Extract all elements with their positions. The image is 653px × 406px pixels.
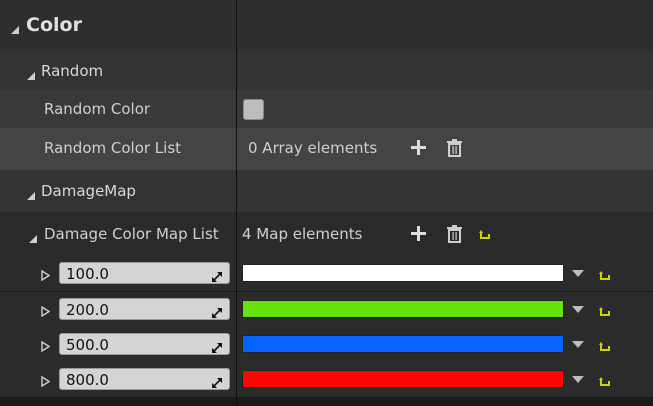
dropdown-arrow-icon[interactable]: [572, 270, 584, 277]
category-title-damage-map: DamageMap: [41, 182, 136, 200]
column-divider[interactable]: [236, 0, 237, 406]
reset-arrow-icon[interactable]: [599, 374, 611, 393]
category-damage-map[interactable]: DamageMap: [0, 170, 653, 212]
category-color[interactable]: Color: [0, 0, 653, 52]
collapse-triangle-icon[interactable]: [28, 229, 38, 248]
reset-arrow-icon[interactable]: [599, 268, 611, 287]
reset-arrow-icon[interactable]: [599, 339, 611, 358]
collapse-triangle-icon: [10, 20, 20, 39]
property-label-damage-color-map-list: Damage Color Map List: [44, 225, 219, 243]
map-key-field[interactable]: 500.0: [59, 333, 230, 355]
expand-triangle-icon[interactable]: [41, 337, 51, 356]
plus-icon[interactable]: [410, 225, 427, 246]
reset-arrow-icon[interactable]: [599, 304, 611, 323]
map-value-color-swatch[interactable]: [242, 335, 564, 353]
property-label-random-color: Random Color: [44, 100, 151, 118]
map-key-value: 100.0: [66, 265, 109, 283]
eyedropper-icon[interactable]: [211, 339, 223, 358]
map-value-color-swatch[interactable]: [242, 264, 564, 282]
collapse-triangle-icon: [26, 66, 36, 85]
map-key-value: 500.0: [66, 336, 109, 354]
dropdown-arrow-icon[interactable]: [572, 341, 584, 348]
map-key-field[interactable]: 800.0: [59, 368, 230, 390]
map-entry-row: 200.0: [0, 292, 653, 327]
random-color-list-count: 0 Array elements: [248, 139, 378, 157]
map-key-field[interactable]: 100.0: [59, 262, 230, 284]
map-entry-row: 500.0: [0, 327, 653, 362]
map-value-color-swatch[interactable]: [242, 370, 564, 388]
eyedropper-icon[interactable]: [211, 304, 223, 323]
map-key-field[interactable]: 200.0: [59, 298, 230, 320]
dropdown-arrow-icon[interactable]: [572, 376, 584, 383]
property-row-damage-color-map-list: Damage Color Map List 4 Map elements: [0, 212, 653, 256]
map-entry-row: 800.0: [0, 362, 653, 397]
expand-triangle-icon[interactable]: [41, 302, 51, 321]
collapse-triangle-icon: [26, 186, 36, 205]
trash-icon[interactable]: [446, 138, 463, 161]
damage-map-count: 4 Map elements: [242, 225, 363, 243]
expand-triangle-icon[interactable]: [41, 372, 51, 391]
map-key-value: 800.0: [66, 371, 109, 389]
category-title-color: Color: [26, 14, 82, 36]
map-value-color-swatch[interactable]: [242, 300, 564, 318]
property-label-random-color-list: Random Color List: [44, 139, 182, 157]
map-entry-row: 100.0: [0, 256, 653, 291]
random-color-checkbox[interactable]: [243, 99, 264, 120]
eyedropper-icon[interactable]: [211, 268, 223, 287]
dropdown-arrow-icon[interactable]: [572, 306, 584, 313]
map-key-value: 200.0: [66, 301, 109, 319]
property-row-random-color: Random Color: [0, 90, 653, 128]
plus-icon[interactable]: [410, 139, 427, 160]
trash-icon[interactable]: [446, 224, 463, 247]
expand-triangle-icon[interactable]: [41, 266, 51, 285]
eyedropper-icon[interactable]: [211, 374, 223, 393]
category-title-random: Random: [41, 62, 104, 80]
property-row-random-color-list: Random Color List 0 Array elements: [0, 128, 653, 170]
reset-arrow-icon[interactable]: [479, 227, 491, 246]
category-random[interactable]: Random: [0, 52, 653, 90]
